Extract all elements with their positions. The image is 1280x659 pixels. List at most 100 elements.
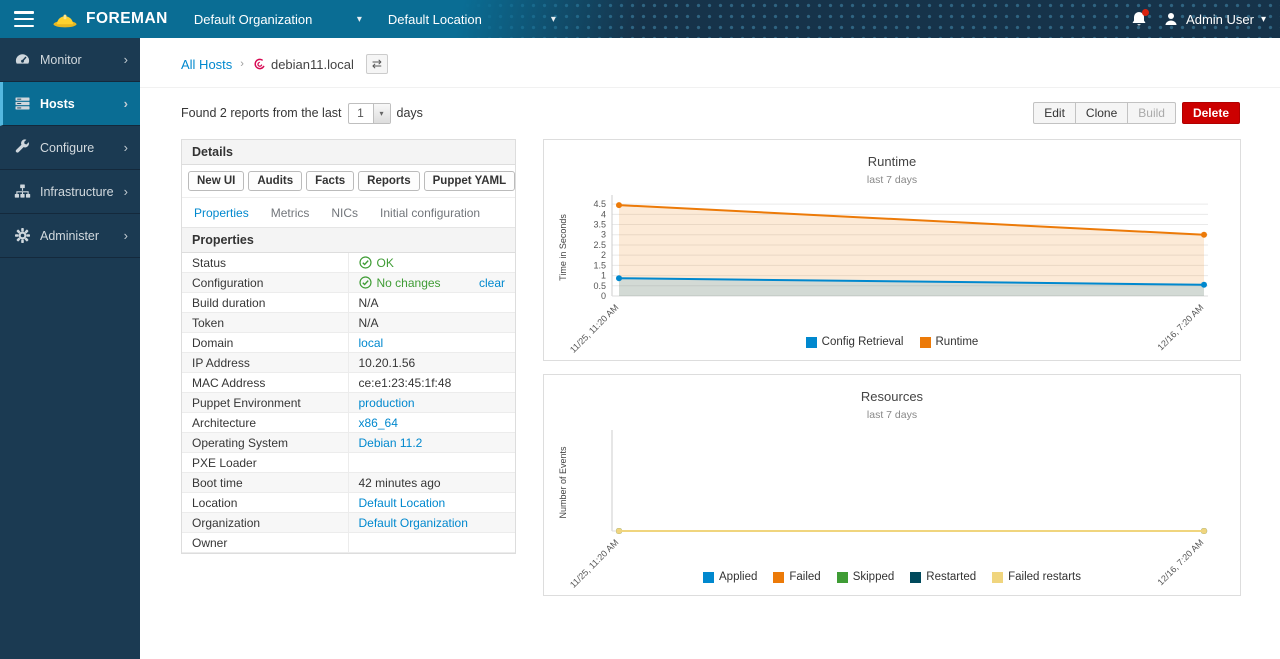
notification-dot (1142, 9, 1149, 16)
legend-item-failed[interactable]: Failed (773, 571, 820, 583)
clear-link[interactable]: clear (479, 276, 505, 290)
property-label: Token (182, 313, 349, 332)
sidebar-item-administer[interactable]: Administer› (0, 214, 140, 258)
user-menu[interactable]: Admin User ▾ (1163, 11, 1266, 27)
check-circle-icon (359, 256, 372, 269)
property-value-link[interactable]: Default Organization (359, 516, 468, 530)
property-row-build-duration: Build durationN/A (182, 293, 515, 313)
property-value: 42 minutes ago (359, 476, 441, 490)
property-row-mac-address: MAC Addressce:e1:23:45:1f:48 (182, 373, 515, 393)
switch-host-icon[interactable]: ⇄ (366, 54, 388, 74)
tab-properties[interactable]: Properties (194, 206, 249, 220)
property-value-link[interactable]: local (359, 336, 384, 350)
svg-text:3.5: 3.5 (593, 220, 606, 230)
breadcrumb-all-hosts-link[interactable]: All Hosts (181, 57, 232, 72)
legend-item-failed-restarts[interactable]: Failed restarts (992, 571, 1081, 583)
svg-text:4.5: 4.5 (593, 199, 606, 209)
days-label: days (397, 106, 423, 120)
days-select-value: 1 (349, 104, 373, 123)
breadcrumb-host: debian11.local (252, 57, 354, 72)
details-title: Details (182, 140, 515, 165)
svg-text:2.5: 2.5 (593, 240, 606, 250)
legend-item-skipped[interactable]: Skipped (837, 571, 895, 583)
tab-initial-configuration[interactable]: Initial configuration (380, 206, 480, 220)
legend-label: Failed (789, 571, 820, 583)
brand-name: FOREMAN (86, 10, 168, 28)
property-row-puppet-environment: Puppet Environment production (182, 393, 515, 413)
details-buttons: New UIAuditsFactsReportsPuppet YAML (182, 165, 515, 198)
reports-button[interactable]: Reports (358, 171, 419, 191)
gauge-icon (14, 51, 31, 68)
hardhat-icon (52, 10, 78, 29)
svg-text:4: 4 (601, 209, 606, 219)
sidebar-item-configure[interactable]: Configure› (0, 126, 140, 170)
property-row-domain: Domainlocal (182, 333, 515, 353)
organization-selector[interactable]: Default Organization ▾ (194, 12, 362, 27)
chart-legend: Config Retrieval Runtime (554, 336, 1230, 354)
runtime-chart-panel: Runtimelast 7 days00.511.522.533.544.511… (543, 139, 1241, 361)
audits-button[interactable]: Audits (248, 171, 302, 191)
property-value-link[interactable]: x86_64 (359, 416, 398, 430)
property-value-link[interactable]: Debian 11.2 (359, 436, 423, 450)
legend-item-runtime[interactable]: Runtime (920, 336, 979, 348)
legend-label: Applied (719, 571, 757, 583)
property-row-ip-address: IP Address 10.20.1.56 (182, 353, 515, 373)
days-select[interactable]: 1 ▾ (348, 103, 391, 124)
property-value: 10.20.1.56 (359, 356, 416, 370)
property-label: Architecture (182, 413, 349, 432)
legend-swatch (992, 572, 1003, 583)
property-value-link[interactable]: production (359, 396, 415, 410)
facts-button[interactable]: Facts (306, 171, 354, 191)
svg-text:0.5: 0.5 (593, 281, 606, 291)
property-label: Puppet Environment (182, 393, 349, 412)
property-label: Organization (182, 513, 349, 532)
property-label: Operating System (182, 433, 349, 452)
property-label: Owner (182, 533, 349, 552)
tab-metrics[interactable]: Metrics (271, 206, 310, 220)
property-label: Location (182, 493, 349, 512)
puppet-yaml-button[interactable]: Puppet YAML (424, 171, 515, 191)
bell-icon[interactable] (1131, 10, 1147, 28)
legend-item-config-retrieval[interactable]: Config Retrieval (806, 336, 904, 348)
property-label: Status (182, 253, 349, 272)
property-value-link[interactable]: Default Location (359, 496, 446, 510)
new-ui-button[interactable]: New UI (188, 171, 244, 191)
charts-column: Runtimelast 7 days00.511.522.533.544.511… (543, 139, 1241, 609)
breadcrumb: All Hosts › debian11.local ⇄ (140, 38, 1280, 88)
chevron-right-icon: › (124, 52, 128, 67)
chart-legend: Applied Failed Skipped Restarted Failed rest… (554, 571, 1230, 589)
menu-icon[interactable] (14, 11, 34, 27)
sidebar-item-label: Monitor (40, 53, 82, 67)
property-row-pxe-loader: PXE Loader (182, 453, 515, 473)
property-value: ce:e1:23:45:1f:48 (359, 376, 452, 390)
legend-swatch (773, 572, 784, 583)
legend-item-restarted[interactable]: Restarted (910, 571, 976, 583)
topbar: FOREMAN Default Organization ▾ Default L… (0, 0, 1280, 38)
svg-text:0: 0 (601, 291, 606, 301)
property-value: OK (377, 256, 394, 270)
chevron-right-icon: › (124, 140, 128, 155)
sidebar-item-hosts[interactable]: Hosts› (0, 82, 140, 126)
clone-button[interactable]: Clone (1076, 102, 1128, 124)
breadcrumb-host-name: debian11.local (271, 57, 354, 72)
foreman-brand[interactable]: FOREMAN (52, 10, 168, 29)
svg-text:1: 1 (601, 271, 606, 281)
edit-button[interactable]: Edit (1033, 102, 1076, 124)
host-actions: EditCloneBuildDelete (1033, 102, 1240, 124)
property-row-architecture: Architecture x86_64 (182, 413, 515, 433)
property-row-operating-system: Operating System Debian 11.2 (182, 433, 515, 453)
property-label: IP Address (182, 353, 349, 372)
tab-nics[interactable]: NICs (331, 206, 358, 220)
location-selector[interactable]: Default Location ▾ (388, 12, 556, 27)
sidebar-item-infrastructure[interactable]: Infrastructure› (0, 170, 140, 214)
property-label: Build duration (182, 293, 349, 312)
property-row-token: TokenN/A (182, 313, 515, 333)
chart-title: Runtime (554, 154, 1230, 169)
report-bar: Found 2 reports from the last 1 ▾ days E… (181, 102, 1240, 124)
sidebar-item-monitor[interactable]: Monitor › (0, 38, 140, 82)
properties-table: StatusOKConfigurationNo changesclearBuil… (182, 253, 515, 553)
location-selector-label: Default Location (388, 12, 482, 27)
chart-title: Resources (554, 389, 1230, 404)
legend-item-applied[interactable]: Applied (703, 571, 757, 583)
delete-button[interactable]: Delete (1182, 102, 1240, 124)
